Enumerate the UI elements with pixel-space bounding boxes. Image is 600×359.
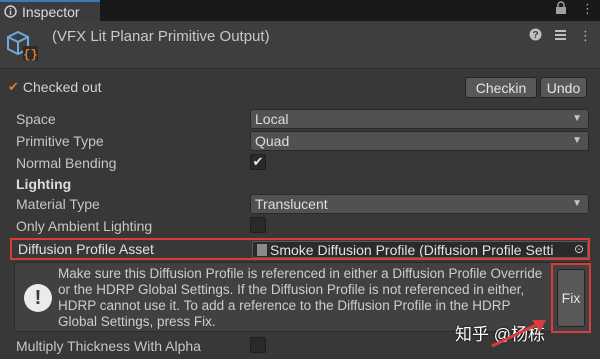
material-type-value: Translucent	[255, 196, 328, 212]
material-type-dropdown[interactable]: Translucent ▼	[250, 194, 589, 214]
lighting-section: Lighting	[0, 173, 600, 195]
preset-icon[interactable]	[554, 28, 567, 44]
lock-icon[interactable]	[555, 1, 567, 17]
vfx-output-icon: {}	[7, 30, 38, 62]
space-label: Space	[16, 111, 56, 127]
space-dropdown[interactable]: Local ▼	[250, 109, 589, 129]
diffusion-profile-value: Smoke Diffusion Profile (Diffusion Profi…	[270, 241, 554, 258]
diffusion-profile-field[interactable]: Smoke Diffusion Profile (Diffusion Profi…	[252, 241, 588, 258]
normal-bending-label: Normal Bending	[16, 155, 117, 171]
svg-text:{}: {}	[23, 48, 37, 62]
multiply-thickness-checkbox[interactable]	[250, 337, 266, 353]
fix-highlight: Fix	[551, 263, 591, 333]
space-value: Local	[255, 111, 289, 127]
kebab-menu-icon[interactable]: ⋮	[581, 1, 594, 17]
inspector-header: {} (VFX Lit Planar Primitive Output) ? ⋮	[0, 21, 600, 69]
only-ambient-label: Only Ambient Lighting	[16, 218, 153, 234]
checked-out-label: Checked out	[22, 79, 102, 95]
kebab-menu-icon[interactable]: ⋮	[579, 28, 592, 44]
warning-icon: !	[24, 284, 52, 312]
material-type-label: Material Type	[16, 196, 100, 212]
tab-bar: Inspector ⋮	[0, 0, 600, 21]
header-title: (VFX Lit Planar Primitive Output)	[52, 28, 270, 45]
primitive-type-label: Primitive Type	[16, 133, 104, 149]
chevron-down-icon: ▼	[572, 113, 582, 124]
space-row: Space Local ▼	[0, 108, 600, 130]
diffusion-profile-row: Diffusion Profile Asset Smoke Diffusion …	[10, 238, 590, 260]
checkmark-icon: ✔	[8, 79, 19, 94]
info-icon	[4, 5, 17, 18]
undo-button[interactable]: Undo	[540, 77, 587, 98]
help-icon[interactable]: ?	[529, 28, 542, 44]
tab-inspector[interactable]: Inspector	[0, 0, 100, 21]
lighting-header: Lighting	[16, 176, 72, 192]
normal-bending-checkbox[interactable]: ✔	[250, 154, 266, 170]
primitive-type-row: Primitive Type Quad ▼	[0, 130, 600, 152]
multiply-thickness-label: Multiply Thickness With Alpha	[16, 338, 201, 354]
only-ambient-row: Only Ambient Lighting	[0, 215, 600, 237]
object-picker-icon[interactable]: ⊙	[571, 242, 584, 256]
chevron-down-icon: ▼	[572, 198, 582, 209]
material-type-row: Material Type Translucent ▼	[0, 193, 600, 215]
version-control-bar: ✔ Checked out Checkin Undo	[0, 70, 600, 102]
checkin-button[interactable]: Checkin	[465, 77, 537, 98]
svg-text:?: ?	[532, 30, 538, 41]
primitive-type-dropdown[interactable]: Quad ▼	[250, 131, 589, 151]
checked-out-status: ✔ Checked out	[8, 79, 102, 95]
asset-icon	[257, 243, 267, 256]
primitive-type-value: Quad	[255, 133, 290, 149]
chevron-down-icon: ▼	[572, 135, 582, 146]
fix-button[interactable]: Fix	[557, 269, 585, 327]
annotation-arrow	[491, 320, 546, 348]
diffusion-profile-label: Diffusion Profile Asset	[18, 241, 154, 257]
normal-bending-row: Normal Bending ✔	[0, 152, 600, 174]
tab-label: Inspector	[22, 3, 80, 20]
only-ambient-checkbox[interactable]	[250, 217, 266, 233]
